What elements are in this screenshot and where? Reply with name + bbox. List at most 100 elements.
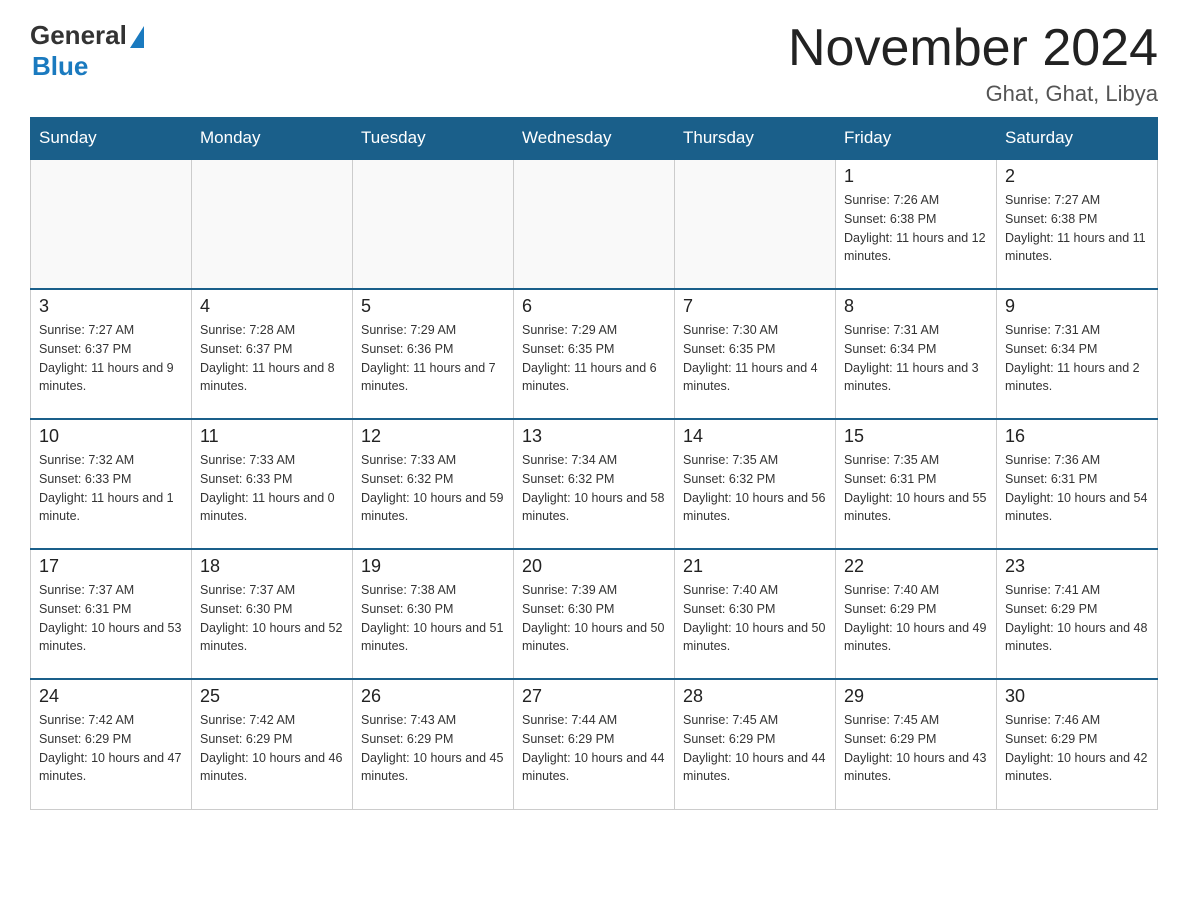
day-info: Sunrise: 7:41 AM Sunset: 6:29 PM Dayligh… <box>1005 581 1149 656</box>
day-info: Sunrise: 7:28 AM Sunset: 6:37 PM Dayligh… <box>200 321 344 396</box>
table-row <box>31 159 192 289</box>
day-info: Sunrise: 7:39 AM Sunset: 6:30 PM Dayligh… <box>522 581 666 656</box>
day-number: 13 <box>522 426 666 447</box>
calendar-day-header: Monday <box>192 118 353 160</box>
calendar-day-header: Saturday <box>997 118 1158 160</box>
day-info: Sunrise: 7:35 AM Sunset: 6:32 PM Dayligh… <box>683 451 827 526</box>
calendar-header-row: SundayMondayTuesdayWednesdayThursdayFrid… <box>31 118 1158 160</box>
location-subtitle: Ghat, Ghat, Libya <box>788 81 1158 107</box>
day-info: Sunrise: 7:42 AM Sunset: 6:29 PM Dayligh… <box>200 711 344 786</box>
calendar-table: SundayMondayTuesdayWednesdayThursdayFrid… <box>30 117 1158 810</box>
day-number: 9 <box>1005 296 1149 317</box>
day-info: Sunrise: 7:36 AM Sunset: 6:31 PM Dayligh… <box>1005 451 1149 526</box>
page-header: General Blue November 2024 Ghat, Ghat, L… <box>30 20 1158 107</box>
table-row: 4 Sunrise: 7:28 AM Sunset: 6:37 PM Daylig… <box>192 289 353 419</box>
day-info: Sunrise: 7:29 AM Sunset: 6:36 PM Dayligh… <box>361 321 505 396</box>
calendar-week-row: 1 Sunrise: 7:26 AM Sunset: 6:38 PM Daylig… <box>31 159 1158 289</box>
table-row: 3 Sunrise: 7:27 AM Sunset: 6:37 PM Daylig… <box>31 289 192 419</box>
day-number: 19 <box>361 556 505 577</box>
day-number: 16 <box>1005 426 1149 447</box>
calendar-week-row: 3 Sunrise: 7:27 AM Sunset: 6:37 PM Daylig… <box>31 289 1158 419</box>
table-row: 11 Sunrise: 7:33 AM Sunset: 6:33 PM Dayli… <box>192 419 353 549</box>
table-row: 13 Sunrise: 7:34 AM Sunset: 6:32 PM Dayli… <box>514 419 675 549</box>
table-row: 8 Sunrise: 7:31 AM Sunset: 6:34 PM Daylig… <box>836 289 997 419</box>
table-row <box>192 159 353 289</box>
table-row: 21 Sunrise: 7:40 AM Sunset: 6:30 PM Dayli… <box>675 549 836 679</box>
day-number: 2 <box>1005 166 1149 187</box>
table-row: 7 Sunrise: 7:30 AM Sunset: 6:35 PM Daylig… <box>675 289 836 419</box>
day-info: Sunrise: 7:30 AM Sunset: 6:35 PM Dayligh… <box>683 321 827 396</box>
table-row: 14 Sunrise: 7:35 AM Sunset: 6:32 PM Dayli… <box>675 419 836 549</box>
day-number: 15 <box>844 426 988 447</box>
calendar-day-header: Thursday <box>675 118 836 160</box>
day-number: 20 <box>522 556 666 577</box>
day-info: Sunrise: 7:27 AM Sunset: 6:38 PM Dayligh… <box>1005 191 1149 266</box>
day-number: 18 <box>200 556 344 577</box>
table-row: 1 Sunrise: 7:26 AM Sunset: 6:38 PM Daylig… <box>836 159 997 289</box>
table-row: 17Sunrise: 7:37 AM Sunset: 6:31 PM Dayli… <box>31 549 192 679</box>
day-number: 29 <box>844 686 988 707</box>
calendar-day-header: Tuesday <box>353 118 514 160</box>
table-row: 19Sunrise: 7:38 AM Sunset: 6:30 PM Dayli… <box>353 549 514 679</box>
day-info: Sunrise: 7:26 AM Sunset: 6:38 PM Dayligh… <box>844 191 988 266</box>
calendar-week-row: 17Sunrise: 7:37 AM Sunset: 6:31 PM Dayli… <box>31 549 1158 679</box>
logo-general-text: General <box>30 20 127 51</box>
day-info: Sunrise: 7:45 AM Sunset: 6:29 PM Dayligh… <box>683 711 827 786</box>
table-row: 26 Sunrise: 7:43 AM Sunset: 6:29 PM Dayli… <box>353 679 514 809</box>
day-number: 11 <box>200 426 344 447</box>
table-row: 22Sunrise: 7:40 AM Sunset: 6:29 PM Dayli… <box>836 549 997 679</box>
table-row: 20 Sunrise: 7:39 AM Sunset: 6:30 PM Dayli… <box>514 549 675 679</box>
calendar-week-row: 10Sunrise: 7:32 AM Sunset: 6:33 PM Dayli… <box>31 419 1158 549</box>
day-info: Sunrise: 7:32 AM Sunset: 6:33 PM Dayligh… <box>39 451 183 526</box>
day-info: Sunrise: 7:33 AM Sunset: 6:33 PM Dayligh… <box>200 451 344 526</box>
day-info: Sunrise: 7:44 AM Sunset: 6:29 PM Dayligh… <box>522 711 666 786</box>
day-info: Sunrise: 7:43 AM Sunset: 6:29 PM Dayligh… <box>361 711 505 786</box>
day-number: 4 <box>200 296 344 317</box>
day-info: Sunrise: 7:42 AM Sunset: 6:29 PM Dayligh… <box>39 711 183 786</box>
day-number: 25 <box>200 686 344 707</box>
day-number: 8 <box>844 296 988 317</box>
table-row: 5 Sunrise: 7:29 AM Sunset: 6:36 PM Daylig… <box>353 289 514 419</box>
table-row: 2 Sunrise: 7:27 AM Sunset: 6:38 PM Daylig… <box>997 159 1158 289</box>
day-info: Sunrise: 7:34 AM Sunset: 6:32 PM Dayligh… <box>522 451 666 526</box>
table-row: 27Sunrise: 7:44 AM Sunset: 6:29 PM Dayli… <box>514 679 675 809</box>
table-row <box>353 159 514 289</box>
day-info: Sunrise: 7:40 AM Sunset: 6:30 PM Dayligh… <box>683 581 827 656</box>
table-row: 6Sunrise: 7:29 AM Sunset: 6:35 PM Daylig… <box>514 289 675 419</box>
table-row: 18Sunrise: 7:37 AM Sunset: 6:30 PM Dayli… <box>192 549 353 679</box>
table-row: 16 Sunrise: 7:36 AM Sunset: 6:31 PM Dayli… <box>997 419 1158 549</box>
day-number: 14 <box>683 426 827 447</box>
day-number: 22 <box>844 556 988 577</box>
day-info: Sunrise: 7:27 AM Sunset: 6:37 PM Dayligh… <box>39 321 183 396</box>
day-number: 6 <box>522 296 666 317</box>
logo: General Blue <box>30 20 144 82</box>
table-row: 30Sunrise: 7:46 AM Sunset: 6:29 PM Dayli… <box>997 679 1158 809</box>
calendar-day-header: Friday <box>836 118 997 160</box>
logo-blue-text: Blue <box>32 51 88 82</box>
day-number: 30 <box>1005 686 1149 707</box>
day-info: Sunrise: 7:33 AM Sunset: 6:32 PM Dayligh… <box>361 451 505 526</box>
table-row: 23 Sunrise: 7:41 AM Sunset: 6:29 PM Dayli… <box>997 549 1158 679</box>
day-info: Sunrise: 7:31 AM Sunset: 6:34 PM Dayligh… <box>844 321 988 396</box>
day-number: 26 <box>361 686 505 707</box>
table-row: 12Sunrise: 7:33 AM Sunset: 6:32 PM Dayli… <box>353 419 514 549</box>
day-number: 7 <box>683 296 827 317</box>
table-row: 28 Sunrise: 7:45 AM Sunset: 6:29 PM Dayli… <box>675 679 836 809</box>
day-number: 23 <box>1005 556 1149 577</box>
table-row <box>675 159 836 289</box>
day-number: 21 <box>683 556 827 577</box>
day-number: 1 <box>844 166 988 187</box>
day-number: 28 <box>683 686 827 707</box>
day-info: Sunrise: 7:35 AM Sunset: 6:31 PM Dayligh… <box>844 451 988 526</box>
day-info: Sunrise: 7:45 AM Sunset: 6:29 PM Dayligh… <box>844 711 988 786</box>
table-row: 15 Sunrise: 7:35 AM Sunset: 6:31 PM Dayli… <box>836 419 997 549</box>
month-year-title: November 2024 <box>788 20 1158 77</box>
table-row: 29 Sunrise: 7:45 AM Sunset: 6:29 PM Dayli… <box>836 679 997 809</box>
table-row: 24Sunrise: 7:42 AM Sunset: 6:29 PM Dayli… <box>31 679 192 809</box>
day-info: Sunrise: 7:31 AM Sunset: 6:34 PM Dayligh… <box>1005 321 1149 396</box>
day-number: 17 <box>39 556 183 577</box>
day-number: 3 <box>39 296 183 317</box>
day-number: 5 <box>361 296 505 317</box>
calendar-week-row: 24Sunrise: 7:42 AM Sunset: 6:29 PM Dayli… <box>31 679 1158 809</box>
calendar-day-header: Sunday <box>31 118 192 160</box>
